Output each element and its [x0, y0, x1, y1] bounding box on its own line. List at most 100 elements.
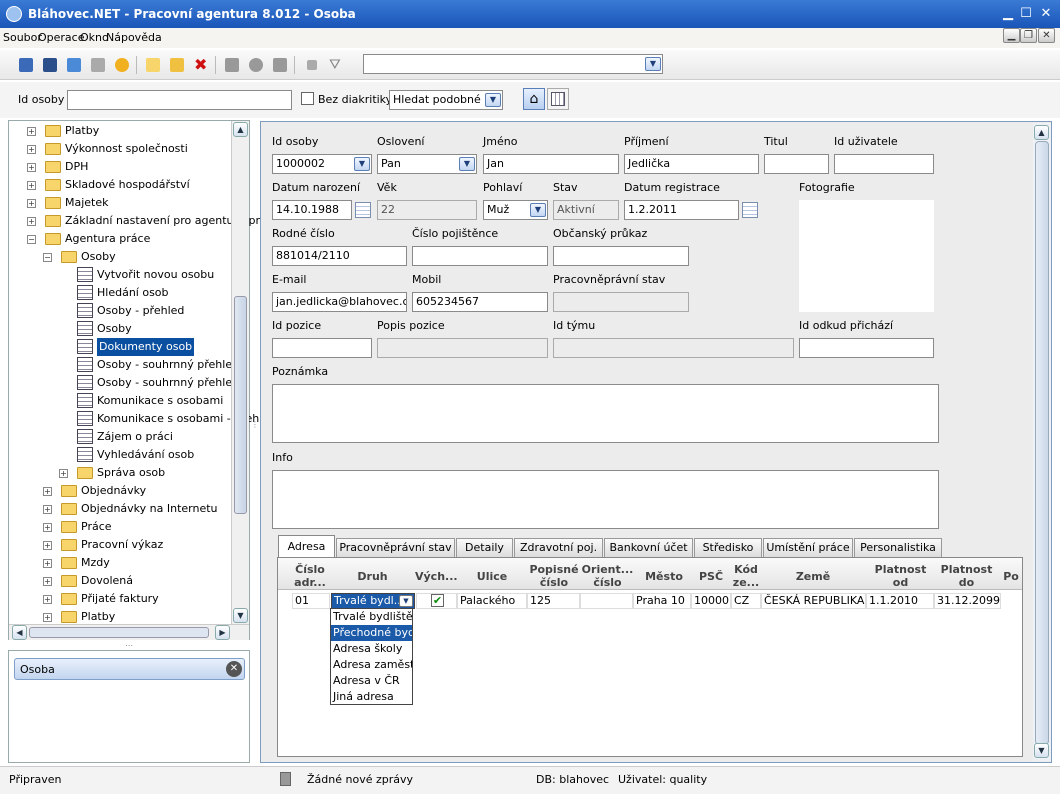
dropdown-option[interactable]: Přechodné bydliště — [331, 625, 412, 641]
collapse-icon[interactable]: − — [27, 235, 36, 244]
home-icon[interactable]: ⌂ — [523, 88, 545, 110]
tree-item[interactable]: Osoby - souhrnný přehled — [9, 356, 239, 374]
db-icon[interactable] — [16, 55, 36, 75]
col-cislo-header[interactable]: Číslo adr... — [292, 563, 328, 589]
tools-icon[interactable] — [270, 55, 290, 75]
tab-personalistika[interactable]: Personalistika — [854, 538, 942, 557]
expand-icon[interactable]: + — [43, 487, 52, 496]
stop-icon[interactable] — [302, 55, 322, 75]
expand-icon[interactable]: + — [27, 217, 36, 226]
mobil-field[interactable]: 605234567 — [412, 292, 548, 312]
chevron-down-icon[interactable]: ▼ — [530, 203, 546, 217]
tree-item[interactable]: + Skladové hospodářství — [9, 176, 229, 194]
dropdown-option[interactable]: Adresa školy — [331, 641, 412, 657]
scroll-left-icon[interactable]: ◀ — [12, 625, 27, 640]
jmeno-field[interactable]: Jan — [483, 154, 619, 174]
toolbar-combobox[interactable] — [363, 54, 663, 74]
expand-icon[interactable]: + — [59, 469, 68, 478]
scroll-up-icon[interactable]: ▲ — [233, 122, 248, 137]
obcansky-prukaz-field[interactable] — [553, 246, 689, 266]
calendar-icon[interactable] — [742, 202, 758, 218]
splitter-handle[interactable]: ⋮ — [251, 120, 259, 640]
splitter-handle[interactable]: ⋯ — [8, 642, 250, 650]
tree-hscrollbar[interactable]: ◀ ▶ — [9, 624, 249, 640]
chevron-down-icon[interactable]: ▼ — [645, 57, 661, 71]
cell-mesto[interactable]: Praha 10 — [633, 593, 691, 609]
expand-icon[interactable]: + — [27, 163, 36, 172]
expand-icon[interactable]: + — [43, 595, 52, 604]
tree-item[interactable]: + Platby — [9, 122, 229, 140]
cell-vych[interactable]: ✔ — [416, 593, 457, 609]
vych-checkbox[interactable]: ✔ — [431, 594, 444, 607]
cell-kod[interactable]: CZ — [731, 593, 761, 609]
tab-adresa[interactable]: Adresa — [278, 535, 335, 558]
tree-item[interactable]: + Správa osob — [9, 464, 229, 482]
calendar-view-icon[interactable] — [547, 88, 569, 110]
tree-item[interactable]: − Agentura práce — [9, 230, 229, 248]
tree-item[interactable]: + Objednávky na Internetu — [9, 500, 229, 518]
new-folder-icon[interactable] — [143, 55, 163, 75]
tree-item[interactable]: Hledání osob — [9, 284, 229, 302]
refresh-icon[interactable] — [112, 55, 132, 75]
scroll-up-icon[interactable]: ▲ — [1034, 125, 1049, 140]
poznamka-textarea[interactable] — [272, 384, 939, 443]
tree-item[interactable]: Zájem o práci — [9, 428, 229, 446]
dropdown-option[interactable]: Adresa v ČR — [331, 673, 412, 689]
cell-ulice[interactable]: Palackého — [457, 593, 527, 609]
col-druh-header[interactable]: Druh — [350, 570, 395, 583]
open-folder-icon[interactable] — [167, 55, 187, 75]
tree-item[interactable]: + Mzdy — [9, 554, 229, 572]
tree-item[interactable]: − Osoby — [9, 248, 229, 266]
col-popisne-header[interactable]: Popisné číslo — [528, 563, 580, 589]
filter-icon[interactable]: ⛛ — [326, 55, 346, 75]
scroll-down-icon[interactable]: ▼ — [1034, 743, 1049, 758]
expand-icon[interactable]: + — [27, 145, 36, 154]
hscroll-thumb[interactable] — [29, 627, 209, 638]
menu-soubor[interactable]: Soubor — [3, 31, 42, 44]
col-ulice-header[interactable]: Ulice — [472, 570, 512, 583]
calendar-icon[interactable] — [355, 202, 371, 218]
tree-item[interactable]: + DPH — [9, 158, 229, 176]
expand-icon[interactable]: + — [43, 613, 52, 622]
mdi-restore-button[interactable]: ❐ — [1020, 28, 1037, 43]
scroll-thumb[interactable] — [234, 296, 247, 514]
tab-zdravotni-poj[interactable]: Zdravotní poj. — [514, 538, 603, 557]
tree-item[interactable]: + Objednávky — [9, 482, 229, 500]
close-icon[interactable]: ✕ — [226, 661, 242, 677]
tree-scrollbar[interactable]: ▲ ▼ — [231, 121, 249, 624]
tree-item[interactable]: + Majetek — [9, 194, 229, 212]
tree-item[interactable]: Osoby - přehled — [9, 302, 229, 320]
tree-item[interactable]: Vyhledávání osob — [9, 446, 229, 464]
form-scrollbar[interactable]: ▲ ▼ — [1033, 123, 1051, 761]
minimize-button[interactable]: ▁ — [1000, 6, 1016, 22]
search-input[interactable] — [67, 90, 292, 110]
cell-platnost-do[interactable]: 31.12.2099 — [934, 593, 1001, 609]
col-platnost-od-header[interactable]: Platnost od — [868, 563, 933, 589]
tree-item[interactable]: + Práce — [9, 518, 229, 536]
expand-icon[interactable]: + — [43, 559, 52, 568]
mdi-minimize-button[interactable]: ▁ — [1003, 28, 1020, 43]
col-orient-header[interactable]: Orient... číslo — [580, 563, 635, 589]
col-platnost-do-header[interactable]: Platnost do — [934, 563, 999, 589]
tree-item[interactable]: + Pracovní výkaz — [9, 536, 229, 554]
dropdown-option[interactable]: Adresa zaměstnání — [331, 657, 412, 673]
save-icon[interactable] — [88, 55, 108, 75]
cell-zeme[interactable]: ČESKÁ REPUBLIKA — [761, 593, 866, 609]
tree-item[interactable]: Vytvořit novou osobu — [9, 266, 229, 284]
id-pozice-field[interactable] — [272, 338, 372, 358]
col-kod-header[interactable]: Kód ze... — [731, 563, 761, 589]
scroll-thumb[interactable] — [1035, 141, 1049, 745]
tree-item[interactable]: + Výkonnost společnosti — [9, 140, 229, 158]
titul-field[interactable] — [764, 154, 829, 174]
prijmeni-field[interactable]: Jedlička — [624, 154, 759, 174]
maximize-button[interactable]: ☐ — [1018, 6, 1034, 22]
chevron-down-icon[interactable]: ▼ — [399, 595, 413, 607]
scroll-right-icon[interactable]: ▶ — [215, 625, 230, 640]
menu-napoveda[interactable]: Nápověda — [106, 31, 162, 44]
col-mesto-header[interactable]: Město — [643, 570, 685, 583]
tree-item[interactable]: + Přijaté faktury — [9, 590, 229, 608]
tab-detaily[interactable]: Detaily — [456, 538, 513, 557]
open-window-item[interactable]: Osoba ✕ — [14, 658, 245, 680]
tab-umisteni-prace[interactable]: Umístění práce — [763, 538, 853, 557]
collapse-icon[interactable]: − — [43, 253, 52, 262]
